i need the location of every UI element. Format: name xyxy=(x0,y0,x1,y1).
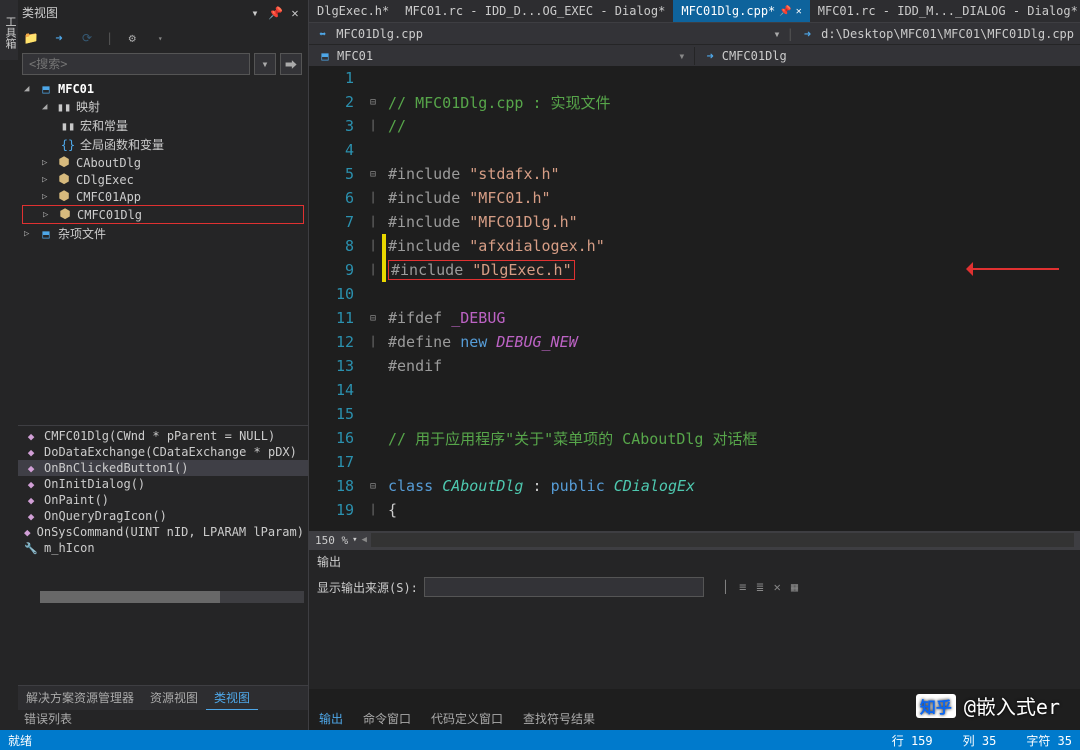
status-line: 行 159 xyxy=(892,732,933,749)
dropdown-icon[interactable]: ▾ xyxy=(151,29,169,47)
tree-root[interactable]: ◢⬒MFC01 xyxy=(22,81,304,97)
output-icon[interactable]: ≣ xyxy=(756,580,763,594)
tree-item-selected[interactable]: ▷⬢CMFC01Dlg xyxy=(22,205,304,224)
nav-forward-icon[interactable]: ➜ xyxy=(800,27,815,41)
nav-path: d:\Desktop\MFC01\MFC01\MFC01Dlg.cpp xyxy=(821,27,1074,41)
zhihu-icon: 知乎 xyxy=(916,694,956,718)
panel-title: 类视图 xyxy=(22,4,58,21)
new-folder-icon[interactable]: 📁 xyxy=(22,29,40,47)
close-icon[interactable]: ✕ xyxy=(796,6,802,17)
zoom-level[interactable]: 150 % xyxy=(315,534,348,547)
status-col: 列 35 xyxy=(963,732,997,749)
class-member-dropdown[interactable]: ➜CMFC01Dlg xyxy=(695,47,795,65)
member-row[interactable]: ◆CMFC01Dlg(CWnd * pParent = NULL) xyxy=(18,428,308,444)
member-row[interactable]: ◆OnSysCommand(UINT nID, LPARAM lParam) xyxy=(18,524,308,540)
status-char: 字符 35 xyxy=(1026,732,1072,749)
output-tab[interactable]: 命令窗口 xyxy=(353,707,421,730)
chevron-down-icon[interactable]: ▾ xyxy=(773,27,780,41)
refresh-icon[interactable]: ⟳ xyxy=(78,29,96,47)
nav-back-icon[interactable]: ⬌ xyxy=(315,27,330,41)
search-dropdown-icon[interactable]: ▾ xyxy=(254,53,276,75)
error-list-tab[interactable]: 错误列表 xyxy=(18,707,78,730)
forward-icon[interactable]: ➜ xyxy=(50,29,68,47)
output-icon[interactable]: ▦ xyxy=(791,580,798,594)
close-icon[interactable]: ✕ xyxy=(288,6,302,20)
status-ready: 就绪 xyxy=(8,732,32,749)
output-icon[interactable]: ≡ xyxy=(739,580,746,594)
pin-icon[interactable]: 📌 xyxy=(268,6,282,20)
class-scope-dropdown[interactable]: ⬒MFC01▾ xyxy=(309,47,695,65)
scrollbar-horizontal[interactable] xyxy=(371,533,1074,547)
doc-tab-active[interactable]: MFC01Dlg.cpp*📌✕ xyxy=(673,0,809,22)
tree-item[interactable]: ▷⬢CDlgExec xyxy=(22,171,304,188)
chevron-down-icon[interactable]: ▾ xyxy=(352,535,357,545)
chevron-left-icon[interactable]: ◀ xyxy=(362,535,367,545)
output-source-label: 显示输出来源(S): xyxy=(317,579,418,596)
member-row[interactable]: ◆OnQueryDragIcon() xyxy=(18,508,308,524)
code-editor[interactable]: 1 2⊟// MFC01Dlg.cpp : 实现文件 3│// 4 5⊟#inc… xyxy=(309,66,1080,531)
tab-resource-view[interactable]: 资源视图 xyxy=(142,686,206,710)
output-icon[interactable]: │ xyxy=(722,580,729,594)
member-row[interactable]: ◆OnPaint() xyxy=(18,492,308,508)
output-icon[interactable]: ✕ xyxy=(774,580,781,594)
tree-item[interactable]: ▮▮宏和常量 xyxy=(22,116,304,135)
output-tab[interactable]: 输出 xyxy=(309,707,353,730)
tree-item[interactable]: ▷⬒杂项文件 xyxy=(22,224,304,243)
tree-item[interactable]: ◢▮▮映射 xyxy=(22,97,304,116)
dropdown-icon[interactable]: ▾ xyxy=(248,6,262,20)
toolbox-side-tab[interactable]: 工具箱 xyxy=(0,0,18,60)
scrollbar-horizontal[interactable] xyxy=(40,591,304,603)
tree-item[interactable]: ▷⬢CMFC01App xyxy=(22,188,304,205)
output-title: 输出 xyxy=(309,550,1080,573)
output-tab[interactable]: 代码定义窗口 xyxy=(421,707,513,730)
nav-file[interactable]: MFC01Dlg.cpp xyxy=(336,27,423,41)
output-source-dropdown[interactable] xyxy=(424,577,704,597)
member-row[interactable]: ◆OnInitDialog() xyxy=(18,476,308,492)
annotation-arrow xyxy=(959,259,1059,279)
tab-class-view[interactable]: 类视图 xyxy=(206,686,258,710)
member-row[interactable]: 🔧m_hIcon xyxy=(18,540,308,556)
tree-item[interactable]: ▷⬢CAboutDlg xyxy=(22,154,304,171)
doc-tab[interactable]: MFC01.rc - IDD_D...OG_EXEC - Dialog* xyxy=(397,0,673,22)
member-row[interactable]: ◆DoDataExchange(CDataExchange * pDX) xyxy=(18,444,308,460)
output-tab[interactable]: 查找符号结果 xyxy=(513,707,605,730)
search-input[interactable] xyxy=(22,53,250,75)
gear-icon[interactable]: ⚙ xyxy=(123,29,141,47)
search-go-icon[interactable]: ⮕ xyxy=(280,53,302,75)
tree-item[interactable]: {}全局函数和变量 xyxy=(22,135,304,154)
doc-tab[interactable]: DlgExec.h* xyxy=(309,0,397,22)
statusbar: 就绪 行 159 列 35 字符 35 xyxy=(0,730,1080,750)
watermark: 知乎 @嵌入式er xyxy=(916,691,1060,720)
member-row-selected[interactable]: ◆OnBnClickedButton1() xyxy=(18,460,308,476)
pin-icon[interactable]: 📌 xyxy=(779,6,791,17)
doc-tab[interactable]: MFC01.rc - IDD_M..._DIALOG - Dialog* xyxy=(810,0,1080,22)
